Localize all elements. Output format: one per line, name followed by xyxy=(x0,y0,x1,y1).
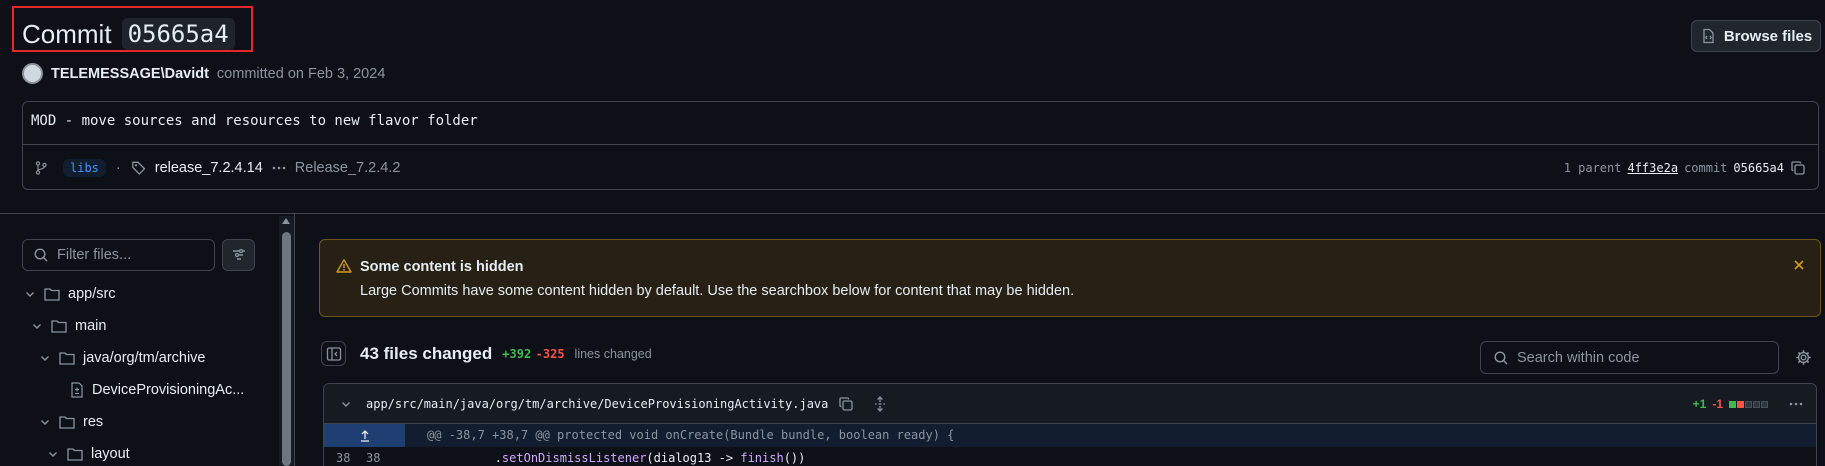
search-icon xyxy=(1493,350,1509,366)
tag-more[interactable]: Release_7.2.4.2 xyxy=(295,160,401,176)
chevron-down-icon xyxy=(41,420,49,425)
gear-icon[interactable] xyxy=(1795,349,1812,366)
additions-count: +392 xyxy=(502,346,532,361)
commit-box: MOD - move sources and resources to new … xyxy=(22,101,1819,190)
tree-label: app/src xyxy=(68,286,116,302)
hidden-content-warning: Some content is hidden Large Commits hav… xyxy=(319,239,1821,317)
filter-options-button[interactable] xyxy=(222,239,255,271)
scrollbar-thumb[interactable] xyxy=(282,232,291,466)
folder-icon xyxy=(67,448,83,461)
commit-date: committed on Feb 3, 2024 xyxy=(216,65,386,82)
warning-body: Large Commits have some content hidden b… xyxy=(360,283,1075,299)
expand-up-icon xyxy=(360,429,369,442)
folder-icon xyxy=(59,352,75,365)
tree-label: DeviceProvisioningAc... xyxy=(92,382,245,398)
browse-files-button[interactable]: Browse files xyxy=(1691,20,1821,52)
separator-dot: · xyxy=(115,159,121,176)
file-code-icon xyxy=(1700,28,1716,44)
folder-icon xyxy=(59,416,75,429)
tree-folder-res[interactable]: res xyxy=(39,414,103,430)
copy-icon[interactable] xyxy=(838,396,854,412)
tree-label: res xyxy=(83,414,104,430)
kebab-menu-icon[interactable] xyxy=(1788,396,1804,412)
code-line: 38 38 .setOnDismissListener(dialog13 -> … xyxy=(324,447,1816,466)
diffstat-bar xyxy=(1729,400,1768,408)
filter-files-input[interactable]: Filter files... xyxy=(22,239,215,271)
page-title: Commit 05665a4 xyxy=(22,18,235,50)
lines-changed-label: lines changed xyxy=(574,346,652,361)
branch-icon xyxy=(33,160,49,176)
parent-hash-link[interactable]: 4ff3e2a xyxy=(1627,161,1678,175)
author-name[interactable]: TELEMESSAGE\Davidt xyxy=(51,66,209,82)
search-within-code-input[interactable]: Search within code xyxy=(1480,341,1779,374)
code-content: .setOnDismissListener(dialog13 -> finish… xyxy=(408,451,806,465)
sidebar-collapse-icon xyxy=(326,346,341,361)
new-line-number[interactable]: 38 xyxy=(364,447,394,466)
divider xyxy=(0,213,1825,214)
lines-changed-stats: +392 -325 xyxy=(502,345,564,363)
hunk-header-text: @@ -38,7 +38,7 @@ protected void onCreat… xyxy=(427,428,955,442)
old-line-number[interactable]: 38 xyxy=(324,447,364,466)
folder-icon xyxy=(44,288,60,301)
avatar[interactable] xyxy=(22,63,43,84)
pane-divider[interactable] xyxy=(294,214,295,466)
parent-label: 1 parent xyxy=(1563,160,1622,175)
expand-all-icon[interactable] xyxy=(872,395,888,412)
filter-placeholder: Filter files... xyxy=(57,247,132,263)
warning-title: Some content is hidden xyxy=(360,259,524,275)
chevron-down-icon[interactable] xyxy=(340,398,352,410)
expand-up-button[interactable] xyxy=(324,424,405,447)
commit-message: MOD - move sources and resources to new … xyxy=(23,102,1818,145)
diff-file-path[interactable]: app/src/main/java/org/tm/archive/DeviceP… xyxy=(366,397,828,411)
tree-file-deviceprovisioning[interactable]: DeviceProvisioningAc... xyxy=(70,382,244,398)
tag-icon xyxy=(131,160,147,176)
tree-folder-java[interactable]: java/org/tm/archive xyxy=(39,350,206,366)
chevron-down-icon xyxy=(41,356,49,361)
files-changed-title: 43 files changed xyxy=(360,343,493,363)
tree-label: main xyxy=(75,318,107,334)
tree-folder-layout[interactable]: layout xyxy=(47,446,130,462)
chevron-down-icon xyxy=(26,292,34,297)
scroll-up-arrow[interactable] xyxy=(282,218,290,224)
folder-icon xyxy=(51,320,67,333)
diff-file-header: app/src/main/java/org/tm/archive/DeviceP… xyxy=(324,384,1816,424)
commit-label: commit xyxy=(1684,160,1728,175)
chevron-down-icon xyxy=(33,324,41,329)
files-changed-row: 43 files changed +392 -325 lines changed xyxy=(321,341,652,366)
title-prefix: Commit xyxy=(22,18,112,49)
close-icon[interactable] xyxy=(1792,258,1806,272)
tree-label: java/org/tm/archive xyxy=(83,350,206,366)
commit-parents: 1 parent 4ff3e2a commit 05665a4 xyxy=(1564,145,1806,190)
more-tags-icon[interactable] xyxy=(271,160,287,176)
tree-folder-app-src[interactable]: app/src xyxy=(24,286,116,302)
commit-hash-title: 05665a4 xyxy=(121,18,235,50)
tree-folder-main[interactable]: main xyxy=(31,318,106,334)
tree-label: layout xyxy=(91,446,130,462)
sliders-icon xyxy=(231,247,247,263)
diff-deletions: -1 xyxy=(1712,397,1723,411)
branch-pill[interactable]: libs xyxy=(63,158,106,177)
diff-additions: +1 xyxy=(1692,397,1707,411)
commit-meta: libs · release_7.2.4.14 Release_7.2.4.2 … xyxy=(23,145,1818,190)
tag-link[interactable]: release_7.2.4.14 xyxy=(155,160,263,176)
browse-files-label: Browse files xyxy=(1723,27,1813,45)
commit-hash: 05665a4 xyxy=(1733,160,1784,175)
diff-file: app/src/main/java/org/tm/archive/DeviceP… xyxy=(323,383,1817,466)
copy-icon[interactable] xyxy=(1790,160,1806,176)
search-placeholder: Search within code xyxy=(1517,349,1640,366)
hunk-header: @@ -38,7 +38,7 @@ protected void onCreat… xyxy=(324,424,1816,447)
author-row: TELEMESSAGE\Davidt committed on Feb 3, 2… xyxy=(22,63,385,84)
alert-icon xyxy=(336,258,352,274)
file-diff-icon xyxy=(71,382,83,398)
deletions-count: -325 xyxy=(535,346,565,361)
diff-stats: +1 -1 xyxy=(1693,384,1804,424)
search-icon xyxy=(33,247,49,263)
chevron-down-icon xyxy=(49,452,57,457)
toggle-file-tree-button[interactable] xyxy=(321,341,346,366)
